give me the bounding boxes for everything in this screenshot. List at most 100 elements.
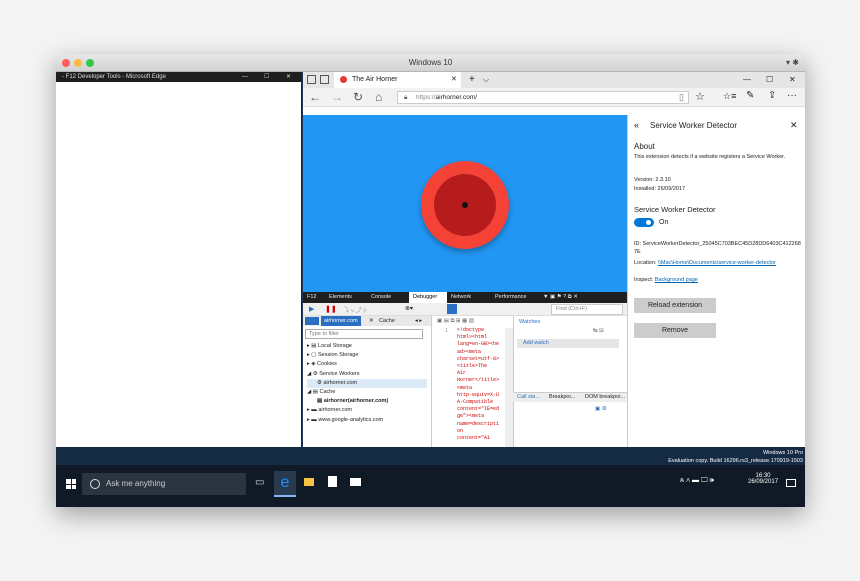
- tree-item-selected[interactable]: ⚙ airhorner.com: [307, 378, 427, 389]
- exception-icon[interactable]: ⊗▾: [405, 305, 413, 312]
- tab-dom-breakpoints[interactable]: DOM breakpoi...: [585, 394, 625, 400]
- watermark-edition: Windows 10 Pro: [762, 450, 803, 456]
- tab-preview-icon[interactable]: [307, 75, 316, 84]
- home-icon[interactable]: ⌂: [375, 90, 382, 104]
- action-center-icon[interactable]: [786, 479, 796, 487]
- tree-item[interactable]: ▸ ◈ Cookies: [307, 360, 427, 369]
- tab-performance[interactable]: Performance: [495, 292, 527, 303]
- location-link[interactable]: \\Mac\Home\Documents\service-worker-dete…: [658, 260, 776, 266]
- cortana-icon: [90, 479, 100, 489]
- back-icon[interactable]: «: [634, 120, 639, 130]
- file-tabs: airhorner.com ✕ Cache ◂ ▸: [303, 316, 431, 326]
- tab-network[interactable]: Network: [451, 292, 471, 303]
- step-icons[interactable]: ⤵ ⤷ ⤴ ⚲: [343, 305, 366, 315]
- refresh-icon[interactable]: ↻: [353, 90, 363, 104]
- forward-icon[interactable]: →: [331, 90, 343, 104]
- tree-item[interactable]: ▸ ▬ airhorner.com: [307, 406, 427, 415]
- settings-icon[interactable]: ▾ ✱: [786, 58, 799, 67]
- mail-icon[interactable]: [350, 478, 361, 486]
- tab-call-stack[interactable]: Call sta...: [517, 394, 540, 400]
- add-watch[interactable]: Add watch: [517, 339, 619, 348]
- chevron-down-icon[interactable]: ⌵: [483, 75, 489, 85]
- minimize-icon[interactable]: —: [242, 72, 248, 82]
- url-field[interactable]: https://airhorner.com/ 🔒︎: [397, 91, 689, 104]
- maximize-icon[interactable]: ☐: [264, 72, 269, 82]
- devtools-tabs: F12 Elements Console Debugger Network Pe…: [303, 292, 627, 303]
- code-scrollbar[interactable]: [505, 328, 513, 465]
- toggle-switch[interactable]: [634, 218, 654, 227]
- taskbar: Ask me anything ▭ e ጰ ∧ ▬ 🖵 🕪 16:30 26/0…: [56, 465, 805, 507]
- web-note-icon[interactable]: ✎: [746, 90, 754, 101]
- hub-icon[interactable]: ☆≡: [723, 91, 736, 102]
- system-tray-icons[interactable]: ጰ ∧ ▬ 🖵 🕪: [680, 477, 714, 485]
- tab-debugger[interactable]: Debugger: [409, 292, 447, 303]
- tree-item[interactable]: ▸ ▤ Local Storage: [307, 342, 427, 351]
- file-tab-scroll-icon[interactable]: ◂ ▸: [415, 316, 422, 326]
- pause-icon[interactable]: ❚❚: [325, 305, 337, 313]
- start-icon[interactable]: [66, 479, 76, 489]
- file-tab-close-icon[interactable]: ✕: [369, 316, 374, 326]
- search-placeholder: Ask me anything: [106, 479, 166, 488]
- file-tab-airhorner[interactable]: airhorner.com: [321, 316, 361, 326]
- tree-item[interactable]: ◢ ⚙ Service Workers: [307, 370, 427, 379]
- edge-taskbar-icon[interactable]: e: [274, 471, 296, 497]
- new-tab-button[interactable]: +: [469, 74, 475, 85]
- file-tab-cache[interactable]: Cache: [379, 316, 395, 326]
- filter-input[interactable]: Type to filter: [305, 329, 423, 339]
- airhorn-button[interactable]: [421, 161, 509, 249]
- tab-close-icon[interactable]: ✕: [451, 75, 457, 83]
- window-title: Windows 10: [408, 58, 453, 67]
- remove-button[interactable]: Remove: [634, 323, 716, 338]
- desktop-strip: Windows 10 Pro Evaluation copy. Build 16…: [56, 447, 805, 465]
- set-aside-icon[interactable]: [320, 75, 329, 84]
- callstack-toolbar[interactable]: ▣ ⚙: [595, 406, 607, 412]
- maximize-icon[interactable]: ☐: [766, 75, 773, 84]
- source-code[interactable]: <!doctype html><html lang=en-GB><he ad><met…: [457, 327, 507, 442]
- task-view-icon[interactable]: ▭: [255, 477, 264, 488]
- divider: [513, 316, 514, 465]
- tree-item[interactable]: ▸ ▢ Session Storage: [307, 351, 427, 360]
- tab-f12[interactable]: F12: [307, 292, 316, 303]
- url-domain: airhorner.com/: [435, 94, 478, 101]
- about-text: This extension detects if a website regi…: [634, 154, 786, 160]
- reload-extension-button[interactable]: Reload extension: [634, 298, 716, 313]
- tree-item[interactable]: ▸ ▬ www.google-analytics.com: [307, 416, 427, 425]
- find-input[interactable]: Find (Ctrl+F): [551, 304, 623, 315]
- more-icon[interactable]: ···: [787, 90, 797, 101]
- store-icon[interactable]: [328, 476, 337, 487]
- back-icon[interactable]: ←: [309, 90, 321, 104]
- tree-item[interactable]: ◢ ▤ Cache: [307, 388, 427, 397]
- web-page: [303, 115, 627, 292]
- mac-window: Windows 10 ▾ ✱ - F12 Developer Tools - M…: [56, 54, 805, 507]
- clock[interactable]: 16:30 26/09/2017: [748, 473, 778, 485]
- watches-header: Watches: [519, 319, 541, 325]
- background-page-link[interactable]: Background page: [655, 277, 698, 283]
- files-icon[interactable]: [305, 317, 319, 325]
- toggle-knob: [646, 220, 651, 225]
- watermark-build: Evaluation copy. Build 16296.rs3_release…: [668, 458, 803, 464]
- devtools-pane: F12 Elements Console Debugger Network Pe…: [303, 292, 627, 465]
- close-icon[interactable]: ✕: [789, 75, 796, 84]
- tab-elements[interactable]: Elements: [329, 292, 352, 303]
- more-tabs-icon[interactable]: ▼ ▣ ⚑ ? ⧉ ✕: [543, 292, 578, 303]
- pretty-print-icon[interactable]: [447, 304, 457, 314]
- mac-titlebar: Windows 10 ▾ ✱: [56, 54, 805, 72]
- tab-airhorner[interactable]: The Air Horner ✕: [334, 72, 461, 88]
- close-icon[interactable]: ✕: [286, 72, 291, 82]
- tab-breakpoints[interactable]: Breakpoi...: [549, 394, 575, 400]
- minimize-icon[interactable]: —: [743, 75, 751, 84]
- tab-title: The Air Horner: [352, 76, 398, 83]
- close-icon[interactable]: ✕: [790, 120, 798, 131]
- watch-toolbar[interactable]: ↹ ⊟: [593, 328, 604, 334]
- share-icon[interactable]: ⇪: [768, 90, 776, 101]
- code-toolbar[interactable]: ▣ ▤ ⧉ ⊞ ▦ ▧: [437, 318, 474, 325]
- tree-item[interactable]: ▤ airhorner(airhorner.com): [307, 397, 427, 406]
- favorite-star-icon[interactable]: ☆: [695, 90, 705, 103]
- search-box[interactable]: Ask me anything: [82, 473, 246, 495]
- file-explorer-icon[interactable]: [304, 478, 314, 486]
- reading-view-icon[interactable]: ▯: [679, 92, 684, 103]
- play-icon[interactable]: ▶: [309, 305, 314, 313]
- url-prefix: https://: [416, 94, 436, 101]
- tab-console[interactable]: Console: [371, 292, 391, 303]
- toggle-label: On: [659, 219, 669, 226]
